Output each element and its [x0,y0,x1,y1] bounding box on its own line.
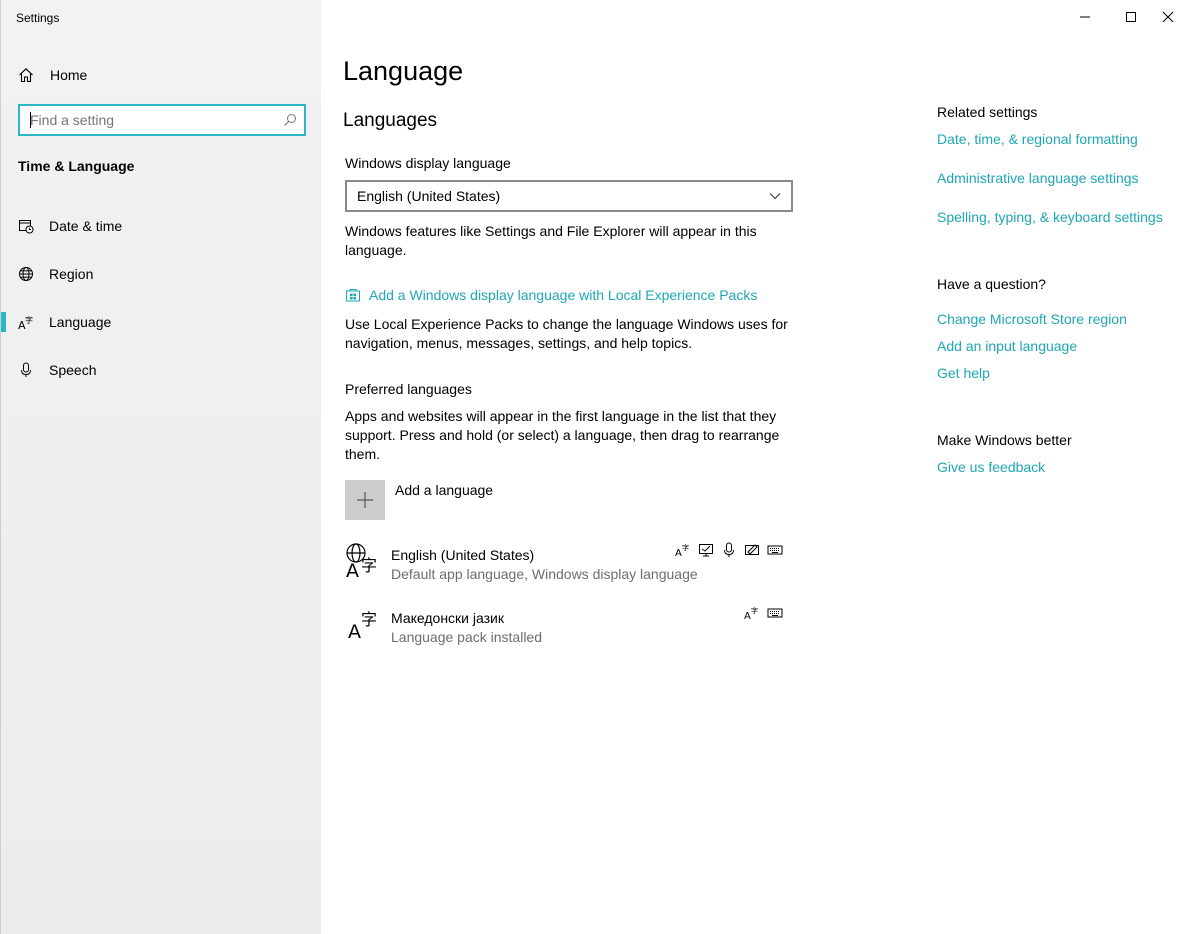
calendar-clock-icon [18,218,34,234]
display-language-glyph-icon: A 字 [346,543,377,578]
language-list-item[interactable]: A 字 Македонски јазик Language pack insta… [345,605,790,655]
text-to-speech-icon [698,542,714,558]
local-experience-link[interactable]: Add a Windows display language with Loca… [345,287,757,303]
close-icon [1162,11,1174,23]
display-language-dropdown[interactable]: English (United States) [345,180,793,212]
search-input[interactable] [30,112,282,128]
question-link-add-input-language[interactable]: Add an input language [937,338,1077,354]
related-settings-title: Related settings [937,104,1038,120]
window-title: Settings [16,11,60,25]
minimize-button[interactable] [1062,2,1108,32]
sidebar-item-label: Region [49,266,94,282]
svg-text:字: 字 [361,556,377,575]
page-title: Language [343,56,464,86]
search-icon[interactable] [282,112,298,128]
handwriting-icon [744,542,760,558]
close-button[interactable] [1154,2,1182,32]
related-link-spelling-typing[interactable]: Spelling, typing, & keyboard settings [937,209,1163,225]
local-experience-description: Use Local Experience Packs to change the… [345,316,788,351]
feedback-title: Make Windows better [937,432,1072,448]
feedback-link[interactable]: Give us feedback [937,459,1045,475]
svg-text:A: A [348,621,361,641]
svg-text:A: A [744,611,751,621]
language-glyph-icon: A 字 [348,610,377,641]
home-nav-item[interactable]: Home [18,62,308,88]
keyboard-icon [767,605,783,621]
sidebar-item-label: Speech [49,362,97,378]
language-status: Language pack installed [391,629,543,645]
sidebar-section-title: Time & Language [18,158,135,174]
home-icon [18,67,34,83]
sidebar-item-date-time[interactable]: Date & time [1,206,321,246]
language-pack-icon: A字 [744,605,760,621]
sidebar-item-region[interactable]: Region [1,254,321,294]
add-language-label[interactable]: Add a language [395,482,493,498]
maximize-button[interactable] [1108,2,1154,32]
question-link-store-region[interactable]: Change Microsoft Store region [937,311,1127,327]
question-link-get-help[interactable]: Get help [937,365,990,381]
sidebar-item-speech[interactable]: Speech [1,350,321,390]
home-label: Home [50,67,88,83]
related-link-admin-language[interactable]: Administrative language settings [937,170,1139,186]
language-name: Македонски јазик [391,610,504,626]
local-experience-link-label[interactable]: Add a Windows display language with Loca… [369,287,757,303]
language-name: English (United States) [391,547,535,563]
section-title-languages: Languages [343,110,438,131]
microphone-icon [18,362,34,378]
search-box[interactable] [18,104,306,136]
store-icon [345,287,361,303]
svg-text:字: 字 [361,610,377,629]
language-features: A字 [675,542,783,558]
display-language-label: Windows display language [345,155,511,171]
svg-text:字: 字 [682,543,689,552]
display-language-description: Windows features like Settings and File … [345,223,757,258]
language-list-item[interactable]: A 字 English (United States) Default app … [345,542,790,592]
dropdown-value: English (United States) [357,188,501,204]
plus-icon [357,492,373,508]
language-status: Default app language, Windows display la… [391,566,698,582]
sidebar-item-label: Date & time [49,218,123,234]
svg-text:字: 字 [751,606,758,615]
keyboard-icon [767,542,783,558]
related-link-regional-formatting[interactable]: Date, time, & regional formatting [937,131,1138,147]
add-language-button[interactable] [345,480,385,520]
preferred-languages-label: Preferred languages [345,381,472,397]
globe-icon [18,266,34,282]
preferred-languages-description: Apps and websites will appear in the fir… [345,408,780,462]
language-icon: A字 [18,314,34,330]
text-caret [30,112,31,128]
svg-text:A: A [675,548,682,558]
language-pack-icon: A字 [675,542,691,558]
minimize-icon [1080,16,1090,18]
sidebar-item-language[interactable]: A字 Language [1,302,321,342]
chevron-down-icon [769,193,781,200]
question-title: Have a question? [937,276,1046,292]
svg-text:字: 字 [25,315,33,325]
sidebar-item-label: Language [49,314,112,330]
svg-text:A: A [346,560,359,578]
maximize-icon [1126,12,1136,22]
sidebar: Settings Home Time & Language Date & tim… [0,0,321,934]
speech-recognition-icon [721,542,737,558]
language-features: A字 [744,605,783,621]
